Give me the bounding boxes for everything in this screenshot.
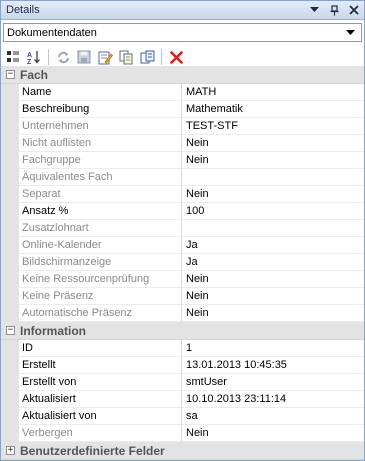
property-row[interactable]: Nicht auflisten Nein [1, 135, 364, 152]
property-row[interactable]: Äquivalentes Fach [1, 169, 364, 186]
property-value[interactable]: sa [182, 408, 364, 425]
property-name: Automatische Präsenz [19, 305, 182, 322]
category-label: Information [20, 323, 86, 338]
chevron-down-icon[interactable] [343, 26, 357, 40]
category-label: Fach [20, 67, 49, 82]
view-select[interactable]: Dokumentendaten [3, 23, 362, 42]
property-row[interactable]: Separat Nein [1, 186, 364, 203]
property-name: Ansatz % [19, 203, 182, 220]
property-row[interactable]: Bildschirmanzeige Ja [1, 254, 364, 271]
property-row[interactable]: Unternehmen TEST-STF [1, 118, 364, 135]
property-value[interactable]: 100 [182, 203, 364, 220]
property-name: Aktualisiert [19, 391, 182, 408]
property-name: Erstellt von [19, 374, 182, 391]
dropdown-menu-icon[interactable] [308, 4, 320, 16]
close-icon[interactable] [348, 4, 360, 16]
property-row[interactable]: Automatische Präsenz Nein [1, 305, 364, 322]
toolbar-separator [161, 49, 162, 65]
property-value[interactable] [182, 169, 364, 186]
panel-titlebar: Details [1, 1, 364, 20]
property-name: Beschreibung [19, 101, 182, 118]
property-name: Zusatzlohnart [19, 220, 182, 237]
property-name: Verbergen [19, 425, 182, 442]
category-benutzerdefinierte-felder[interactable]: + Benutzerdefinierte Felder [1, 442, 364, 460]
property-row[interactable]: Fachgruppe Nein [1, 152, 364, 169]
property-value[interactable]: TEST-STF [182, 118, 364, 135]
property-name: Keine Präsenz [19, 288, 182, 305]
property-name: Separat [19, 186, 182, 203]
property-value[interactable]: Nein [182, 135, 364, 152]
property-grid: − Fach Name MATH Beschreibung Mathematik… [1, 66, 364, 460]
property-value[interactable]: Nein [182, 305, 364, 322]
refresh-icon[interactable] [53, 48, 73, 67]
svg-text:A: A [27, 52, 32, 59]
toolbar: A Z [1, 46, 364, 68]
property-name: Äquivalentes Fach [19, 169, 182, 186]
category-fach[interactable]: − Fach [1, 66, 364, 84]
property-row[interactable]: Beschreibung Mathematik [1, 101, 364, 118]
property-value[interactable]: Mathematik [182, 101, 364, 118]
property-row[interactable]: Erstellt von smtUser [1, 374, 364, 391]
property-name: ID [19, 340, 182, 357]
property-name: Fachgruppe [19, 152, 182, 169]
property-value[interactable] [182, 220, 364, 237]
delete-icon[interactable] [166, 48, 186, 67]
property-value[interactable]: Nein [182, 271, 364, 288]
property-row[interactable]: Erstellt 13.01.2013 10:45:35 [1, 357, 364, 374]
pages-icon[interactable] [137, 48, 157, 67]
property-value[interactable]: Nein [182, 152, 364, 169]
property-name: Nicht auflisten [19, 135, 182, 152]
property-value[interactable]: 13.01.2013 10:45:35 [182, 357, 364, 374]
sort-az-icon[interactable]: A Z [24, 48, 44, 67]
property-row[interactable]: Online-Kalender Ja [1, 237, 364, 254]
property-value[interactable]: 1 [182, 340, 364, 357]
collapse-icon[interactable]: − [6, 326, 15, 335]
expand-icon[interactable]: + [6, 446, 15, 455]
property-row[interactable]: ID 1 [1, 340, 364, 357]
toolbar-separator [48, 49, 49, 65]
property-name: Keine Ressourcenprüfung [19, 271, 182, 288]
property-row[interactable]: Aktualisiert 10.10.2013 23:11:14 [1, 391, 364, 408]
category-label: Benutzerdefinierte Felder [20, 443, 165, 458]
save-icon[interactable] [74, 48, 94, 67]
property-value[interactable]: smtUser [182, 374, 364, 391]
property-row[interactable]: Aktualisiert von sa [1, 408, 364, 425]
property-name: Aktualisiert von [19, 408, 182, 425]
property-row[interactable]: Zusatzlohnart [1, 220, 364, 237]
property-row[interactable]: Keine Präsenz Nein [1, 288, 364, 305]
copy-icon[interactable] [116, 48, 136, 67]
property-value[interactable]: Nein [182, 288, 364, 305]
panel-title: Details [6, 4, 40, 16]
property-name: Bildschirmanzeige [19, 254, 182, 271]
property-value[interactable]: 10.10.2013 23:11:14 [182, 391, 364, 408]
edit-icon[interactable] [95, 48, 115, 67]
pin-icon[interactable] [328, 4, 340, 16]
categorized-icon[interactable] [3, 48, 23, 67]
property-name: Erstellt [19, 357, 182, 374]
svg-text:Z: Z [27, 59, 32, 65]
property-row[interactable]: Keine Ressourcenprüfung Nein [1, 271, 364, 288]
property-value[interactable]: Ja [182, 237, 364, 254]
property-value[interactable]: Nein [182, 425, 364, 442]
property-row[interactable]: Name MATH [1, 84, 364, 101]
property-name: Unternehmen [19, 118, 182, 135]
property-name: Online-Kalender [19, 237, 182, 254]
property-row[interactable]: Verbergen Nein [1, 425, 364, 442]
property-value[interactable]: MATH [182, 84, 364, 101]
details-panel: Details Dokumentendaten A Z − Fach Name … [0, 0, 365, 461]
category-information[interactable]: − Information [1, 322, 364, 340]
property-value[interactable]: Nein [182, 186, 364, 203]
property-row[interactable]: Ansatz % 100 [1, 203, 364, 220]
property-name: Name [19, 84, 182, 101]
property-value[interactable]: Ja [182, 254, 364, 271]
collapse-icon[interactable]: − [6, 70, 15, 79]
view-select-value: Dokumentendaten [7, 26, 97, 39]
